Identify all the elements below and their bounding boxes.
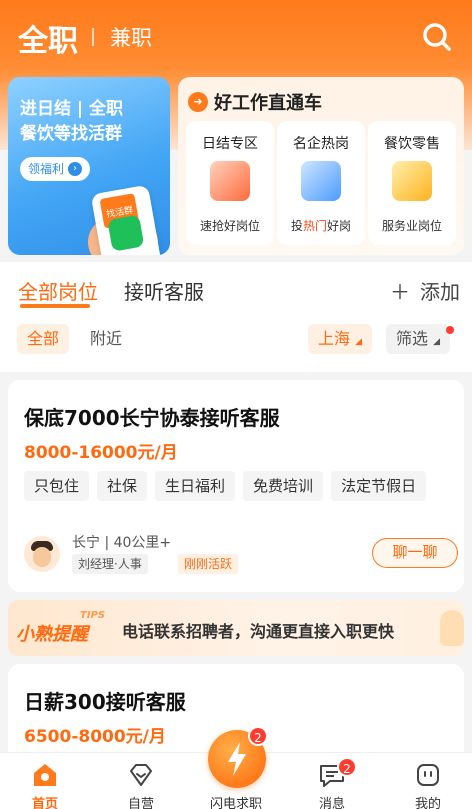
tips-banner: TIPS 小熟提醒 电话联系招聘者，沟通更直接入职更快 xyxy=(8,600,464,656)
direct-hire-card: ➜ 好工作直通车 日结专区 速抢好岗位 名企热岗 投热门好岗 餐饮零售 服务业岗… xyxy=(178,77,464,255)
city-label: 上海 xyxy=(318,329,351,348)
home-icon xyxy=(34,764,56,786)
triangle-down-icon: ◢ xyxy=(433,337,441,347)
tab-divider xyxy=(92,28,94,46)
nav-mine[interactable]: 我的 xyxy=(388,753,468,809)
shop-icon xyxy=(392,161,432,201)
wechat-icon xyxy=(107,214,145,252)
profile-icon xyxy=(417,764,439,786)
city-selector[interactable]: 上海 ◢ xyxy=(308,324,373,354)
tab-parttime[interactable]: 兼职 xyxy=(110,22,152,52)
promo-claim-label: 领福利 xyxy=(28,162,65,176)
briefcase-icon: ➜ xyxy=(188,92,208,112)
category-food-retail[interactable]: 餐饮零售 服务业岗位 xyxy=(368,121,456,245)
category-sub-pre: 投 xyxy=(290,219,303,233)
job-tag: 社保 xyxy=(97,471,148,501)
messages-badge: 2 xyxy=(337,757,357,777)
nav-self-operated[interactable]: 自营 xyxy=(101,753,181,809)
job-salary: 6500-8000元/月 xyxy=(24,727,166,747)
direct-hire-title-text: 好工作直通车 xyxy=(214,93,322,114)
nav-messages[interactable]: 2 消息 xyxy=(292,753,372,809)
category-sub-post: 好岗 xyxy=(327,219,352,233)
category-name: 日结专区 xyxy=(202,136,258,152)
building-icon xyxy=(301,161,341,201)
lightbulb-icon xyxy=(440,610,464,646)
promo-title-line1: 进日结 | 全职 xyxy=(20,99,124,119)
category-famous[interactable]: 名企热岗 投热门好岗 xyxy=(277,121,365,245)
nav-flash-label: 闪电求职 xyxy=(209,797,262,809)
nav-mine-label: 我的 xyxy=(414,797,441,809)
active-tab-underline xyxy=(20,304,90,308)
recruiter-name: 刘经理·人事 xyxy=(72,554,148,574)
nav-messages-label: 消息 xyxy=(318,797,345,809)
promo-claim-button[interactable]: 领福利 › xyxy=(20,157,91,181)
job-filter-bar: 全部岗位 接听客服 ＋ 添加 全部 附近 上海 ◢ 筛选 ◢ xyxy=(0,262,472,372)
tab-all-jobs[interactable]: 全部岗位 xyxy=(18,276,98,305)
chip-all[interactable]: 全部 xyxy=(17,324,70,354)
category-sub: 投热门好岗 xyxy=(277,217,365,234)
avatar-face xyxy=(33,547,51,567)
add-tab-label: 添加 xyxy=(420,280,460,304)
tips-name: 小熟提醒 xyxy=(16,624,88,645)
job-tag: 只包住 xyxy=(24,471,90,501)
job-location: 长宁 | 40公里+ xyxy=(72,535,172,551)
filter-red-dot xyxy=(446,326,454,334)
tab-fulltime[interactable]: 全职 xyxy=(18,16,78,60)
job-tag: 法定节假日 xyxy=(331,471,427,501)
flash-badge: 2 xyxy=(248,726,268,746)
category-daily[interactable]: 日结专区 速抢好岗位 xyxy=(186,121,274,245)
category-name: 名企热岗 xyxy=(293,136,349,152)
add-tab-button[interactable]: ＋ 添加 xyxy=(390,276,460,305)
tab-customer-service[interactable]: 接听客服 xyxy=(124,276,204,305)
nav-home[interactable]: 首页 xyxy=(5,753,85,809)
direct-hire-title: ➜ 好工作直通车 xyxy=(188,89,322,115)
filter-button[interactable]: 筛选 ◢ xyxy=(386,324,451,354)
promo-title: 进日结 | 全职 餐饮等找活群 xyxy=(20,97,160,147)
job-title: 保底7000长宁协泰接听客服 xyxy=(24,406,280,430)
chat-button[interactable]: 聊一聊 xyxy=(372,538,458,568)
phone-illustration: 找活群 xyxy=(90,184,164,255)
job-tag: 生日福利 xyxy=(155,471,236,501)
promo-title-line2: 餐饮等找活群 xyxy=(20,124,122,144)
diamond-icon xyxy=(130,764,152,786)
header-top-bar: 全职 兼职 xyxy=(0,0,472,72)
tips-text: 电话联系招聘者，沟通更直接入职更快 xyxy=(122,622,395,641)
triangle-down-icon: ◢ xyxy=(355,337,363,347)
category-sub-highlight: 热门 xyxy=(302,219,327,233)
tips-badge: TIPS 小熟提醒 xyxy=(16,610,116,646)
chevron-right-icon: › xyxy=(68,162,83,176)
calendar-icon xyxy=(210,161,250,201)
category-sub: 速抢好岗位 xyxy=(199,219,260,233)
active-status-badge: 刚刚活跃 xyxy=(178,554,239,574)
avatar xyxy=(24,536,60,572)
category-sub: 服务业岗位 xyxy=(381,219,442,233)
job-card[interactable]: 保底7000长宁协泰接听客服 8000-16000元/月 只包住 社保 生日福利… xyxy=(8,380,464,592)
filter-label: 筛选 xyxy=(396,329,429,348)
job-tags: 只包住 社保 生日福利 免费培训 法定节假日 xyxy=(24,471,427,501)
flash-job-button[interactable]: 2 xyxy=(208,726,268,788)
nav-home-label: 首页 xyxy=(31,797,58,809)
plus-icon: ＋ xyxy=(390,280,410,304)
job-tag: 免费培训 xyxy=(243,471,324,501)
job-salary: 8000-16000元/月 xyxy=(24,443,178,463)
chip-nearby[interactable]: 附近 xyxy=(80,324,132,354)
job-title: 日薪300接听客服 xyxy=(24,690,186,714)
search-icon[interactable] xyxy=(420,20,454,54)
promo-banner[interactable]: 进日结 | 全职 餐饮等找活群 领福利 › 找活群 xyxy=(8,77,170,255)
nav-self-label: 自营 xyxy=(127,797,154,809)
category-name: 餐饮零售 xyxy=(384,136,440,152)
recruiter-row: 长宁 | 40公里+ 刘经理·人事 刚刚活跃 聊一聊 xyxy=(24,532,458,576)
